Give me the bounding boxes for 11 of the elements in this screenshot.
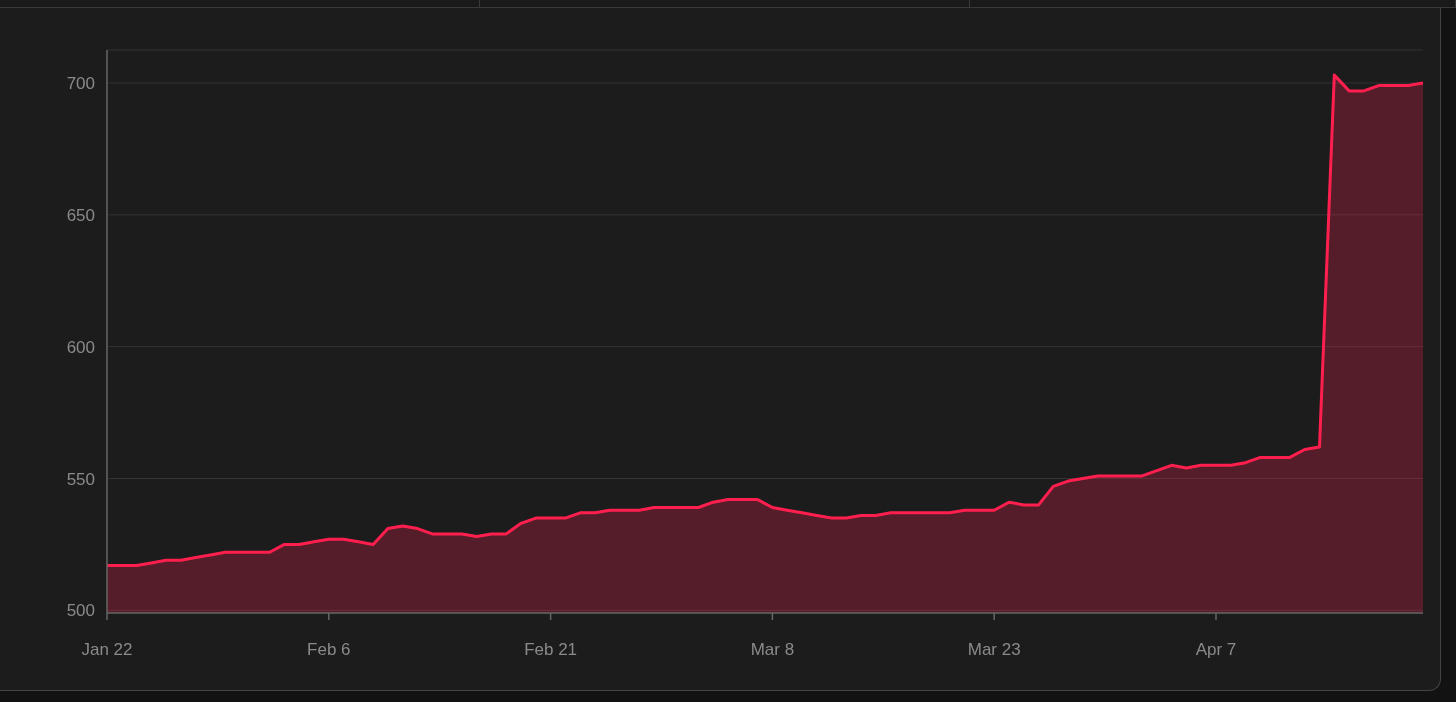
x-tick-label: Jan 22 [81, 640, 133, 659]
y-tick-label: 550 [66, 469, 95, 489]
x-tick-label: Apr 7 [1195, 640, 1237, 659]
y-tick-label: 500 [66, 601, 95, 621]
x-tick-label: Feb 21 [524, 640, 578, 659]
x-tick-label: Mar 8 [750, 640, 795, 659]
x-tick-label: Feb 6 [307, 640, 351, 659]
y-tick-label: 700 [66, 73, 95, 93]
x-tick-label: Mar 23 [967, 640, 1021, 659]
y-tick-label: 600 [66, 337, 95, 357]
y-tick-label: 650 [66, 205, 95, 225]
